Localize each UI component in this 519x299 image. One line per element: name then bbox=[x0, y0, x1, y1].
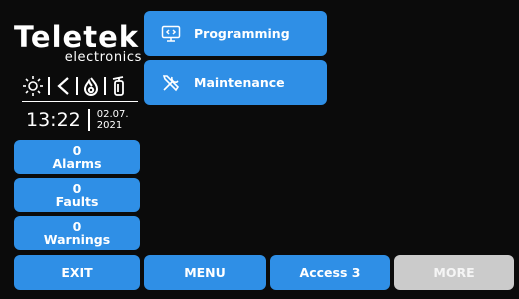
exit-button[interactable]: EXIT bbox=[14, 255, 140, 290]
brand: Teletek electronics bbox=[14, 22, 142, 74]
programming-monitor-icon bbox=[160, 23, 182, 45]
clock-date: 02.07. 2021 bbox=[97, 109, 129, 131]
status-separator bbox=[104, 77, 106, 95]
warnings-label: Warnings bbox=[43, 232, 111, 247]
programming-button[interactable]: Programming bbox=[144, 11, 327, 56]
alarms-label: Alarms bbox=[52, 156, 102, 171]
clock-date-day: 02.07. bbox=[96, 109, 129, 120]
clock-time: 13:22 bbox=[26, 109, 81, 131]
brand-subtitle: electronics bbox=[64, 50, 142, 65]
exit-label: EXIT bbox=[61, 265, 93, 280]
more-button[interactable]: MORE bbox=[394, 255, 514, 290]
status-separator bbox=[76, 77, 78, 95]
clock-divider bbox=[22, 101, 138, 102]
warnings-counter-button[interactable]: 0 Warnings bbox=[14, 216, 140, 250]
clock-separator bbox=[87, 109, 90, 131]
programming-label: Programming bbox=[194, 26, 290, 41]
speaker-icon bbox=[54, 76, 72, 96]
extinguisher-icon bbox=[110, 75, 128, 97]
status-icons bbox=[22, 74, 140, 98]
brand-logo: Teletek bbox=[14, 20, 140, 54]
maintenance-label: Maintenance bbox=[194, 75, 285, 90]
clock-date-year: 2021 bbox=[96, 120, 123, 131]
panel-screen: Teletek electronics 13:22 02.07. 2021 0 … bbox=[0, 0, 519, 299]
menu-button[interactable]: MENU bbox=[144, 255, 266, 290]
sun-icon bbox=[22, 75, 44, 97]
alarms-counter-button[interactable]: 0 Alarms bbox=[14, 140, 140, 174]
menu-label: MENU bbox=[184, 265, 226, 280]
fire-icon bbox=[82, 76, 100, 96]
faults-label: Faults bbox=[55, 194, 99, 209]
maintenance-button[interactable]: Maintenance bbox=[144, 60, 327, 105]
more-label: MORE bbox=[433, 265, 475, 280]
clock: 13:22 02.07. 2021 bbox=[26, 104, 140, 136]
access-level-button[interactable]: Access 3 bbox=[270, 255, 390, 290]
access-label: Access 3 bbox=[299, 265, 361, 280]
tools-icon bbox=[160, 72, 182, 94]
faults-counter-button[interactable]: 0 Faults bbox=[14, 178, 140, 212]
status-separator bbox=[48, 77, 50, 95]
